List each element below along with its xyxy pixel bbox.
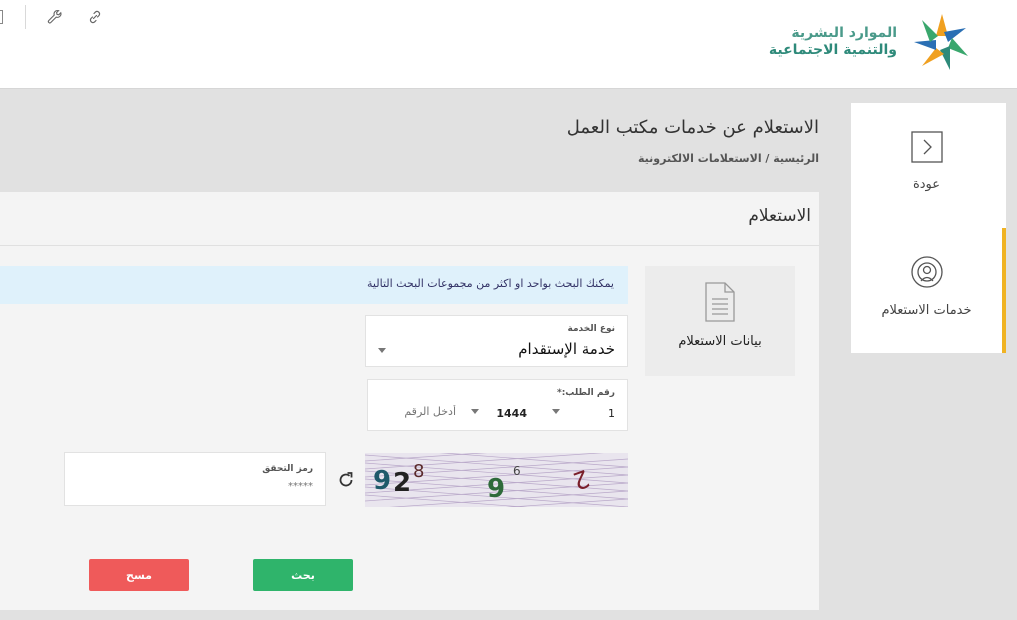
service-type-select[interactable]: نوع الخدمة خدمة الإستقدام	[365, 315, 628, 367]
inquiry-card: الاستعلام بيانات الاستعلام يمكنك البحث ب…	[0, 192, 819, 610]
verification-code-input[interactable]	[113, 481, 313, 492]
ministry-logo[interactable]: الموارد البشرية والتنمية الاجتماعية	[769, 10, 981, 74]
inquiry-data-label: بيانات الاستعلام	[678, 334, 762, 349]
link-icon[interactable]	[86, 8, 104, 26]
page-title: الاستعلام عن خدمات مكتب العمل	[566, 117, 819, 138]
request-number-label: رقم الطلب:*	[556, 388, 615, 398]
logo-line-1: الموارد البشرية	[791, 25, 897, 41]
service-type-value: خدمة الإستقدام	[518, 340, 615, 358]
caret-down-icon	[378, 348, 386, 353]
logo-text: الموارد البشرية والتنمية الاجتماعية	[769, 25, 897, 59]
card-header: الاستعلام	[0, 192, 819, 246]
request-year-select[interactable]: 1444	[496, 407, 527, 420]
service-type-label: نوع الخدمة	[567, 324, 615, 334]
logo-line-2: والتنمية الاجتماعية	[768, 42, 897, 58]
top-header: الموارد البشرية والتنمية الاجتماعية	[0, 0, 1017, 89]
breadcrumb[interactable]: الرئيسية / الاستعلامات الالكترونية	[638, 152, 819, 165]
card-title: الاستعلام	[748, 206, 811, 226]
inquiry-data-tab[interactable]: بيانات الاستعلام	[645, 266, 795, 376]
chevron-right-icon	[910, 131, 943, 163]
nav-inquiry-services[interactable]: خدمات الاستعلام	[851, 255, 1002, 318]
nav-inquiry-services-label: خدمات الاستعلام	[881, 303, 972, 318]
side-navigation: عودة خدمات الاستعلام	[851, 103, 1006, 353]
caret-down-icon	[471, 409, 479, 414]
verification-code-label: رمز التحقق	[262, 464, 313, 474]
caret-down-icon	[552, 409, 560, 414]
captcha-image: 9 2 8 9 6 2	[365, 453, 628, 507]
refresh-icon[interactable]	[336, 470, 356, 490]
top-toolbar	[0, 5, 126, 29]
request-prefix-select[interactable]: 1	[608, 407, 615, 420]
svg-text:9: 9	[487, 474, 505, 504]
nav-back[interactable]: عودة	[851, 131, 1002, 192]
broadcast-icon	[910, 256, 943, 288]
info-alert: يمكنك البحث بواحد او اكثر من مجموعات الب…	[0, 266, 628, 304]
info-text: يمكنك البحث بواحد او اكثر من مجموعات الب…	[367, 277, 614, 290]
svg-text:9: 9	[373, 466, 391, 496]
active-indicator	[1002, 228, 1006, 353]
logo-star-icon	[914, 14, 968, 70]
svg-text:8: 8	[413, 461, 424, 482]
document-icon	[705, 282, 735, 322]
wrench-icon[interactable]	[46, 8, 64, 26]
svg-text:2: 2	[393, 468, 411, 498]
window-edge-icon	[0, 10, 3, 24]
toolbar-divider	[25, 5, 26, 29]
svg-text:6: 6	[513, 464, 521, 478]
request-number-input[interactable]	[388, 405, 456, 418]
clear-button[interactable]: مسح	[89, 559, 189, 591]
request-number-group: رقم الطلب:* 1 1444	[367, 379, 628, 431]
nav-back-label: عودة	[912, 177, 941, 192]
verification-code-field: رمز التحقق	[64, 452, 326, 506]
search-button[interactable]: بحث	[253, 559, 353, 591]
